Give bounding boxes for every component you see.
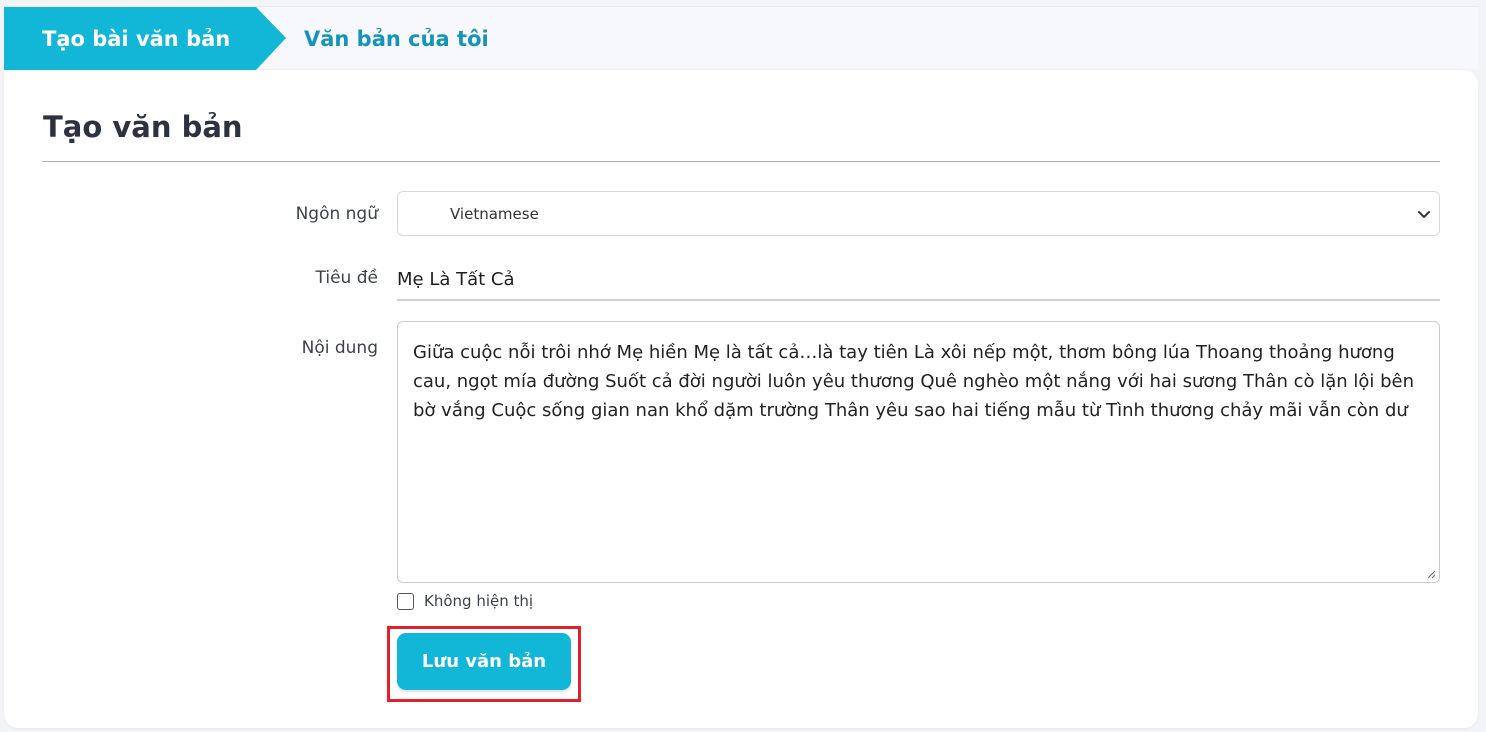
language-select[interactable]: Vietnamese [397, 191, 1440, 236]
title-divider [42, 161, 1440, 162]
tab-my-texts[interactable]: Văn bản của tôi [304, 7, 489, 70]
title-label: Tiêu đề [315, 268, 378, 288]
content-textarea[interactable]: Giữa cuộc nỗi trôi nhớ Mẹ hiền Mẹ là tất… [397, 321, 1440, 583]
save-button[interactable]: Lưu văn bản [397, 633, 571, 690]
top-tab-bar: Tạo bài văn bản Văn bản của tôi [4, 6, 1478, 70]
title-input[interactable]: Mẹ Là Tất Cả [397, 260, 1440, 301]
content-label: Nội dung [301, 338, 378, 358]
tab-create-text[interactable]: Tạo bài văn bản [4, 7, 286, 70]
hide-option: Không hiện thị [397, 592, 533, 610]
hide-label: Không hiện thị [424, 592, 534, 610]
resize-grip-icon[interactable] [1426, 569, 1436, 579]
page-title: Tạo văn bản [43, 110, 243, 144]
language-label: Ngôn ngữ [295, 204, 378, 224]
chevron-down-icon [1418, 211, 1430, 218]
content-text: Giữa cuộc nỗi trôi nhớ Mẹ hiền Mẹ là tất… [413, 342, 1415, 421]
language-select-value: Vietnamese [450, 204, 539, 223]
create-text-card: Tạo văn bản Ngôn ngữ Vietnamese Tiêu đề … [4, 70, 1478, 728]
hide-checkbox[interactable] [397, 592, 414, 610]
